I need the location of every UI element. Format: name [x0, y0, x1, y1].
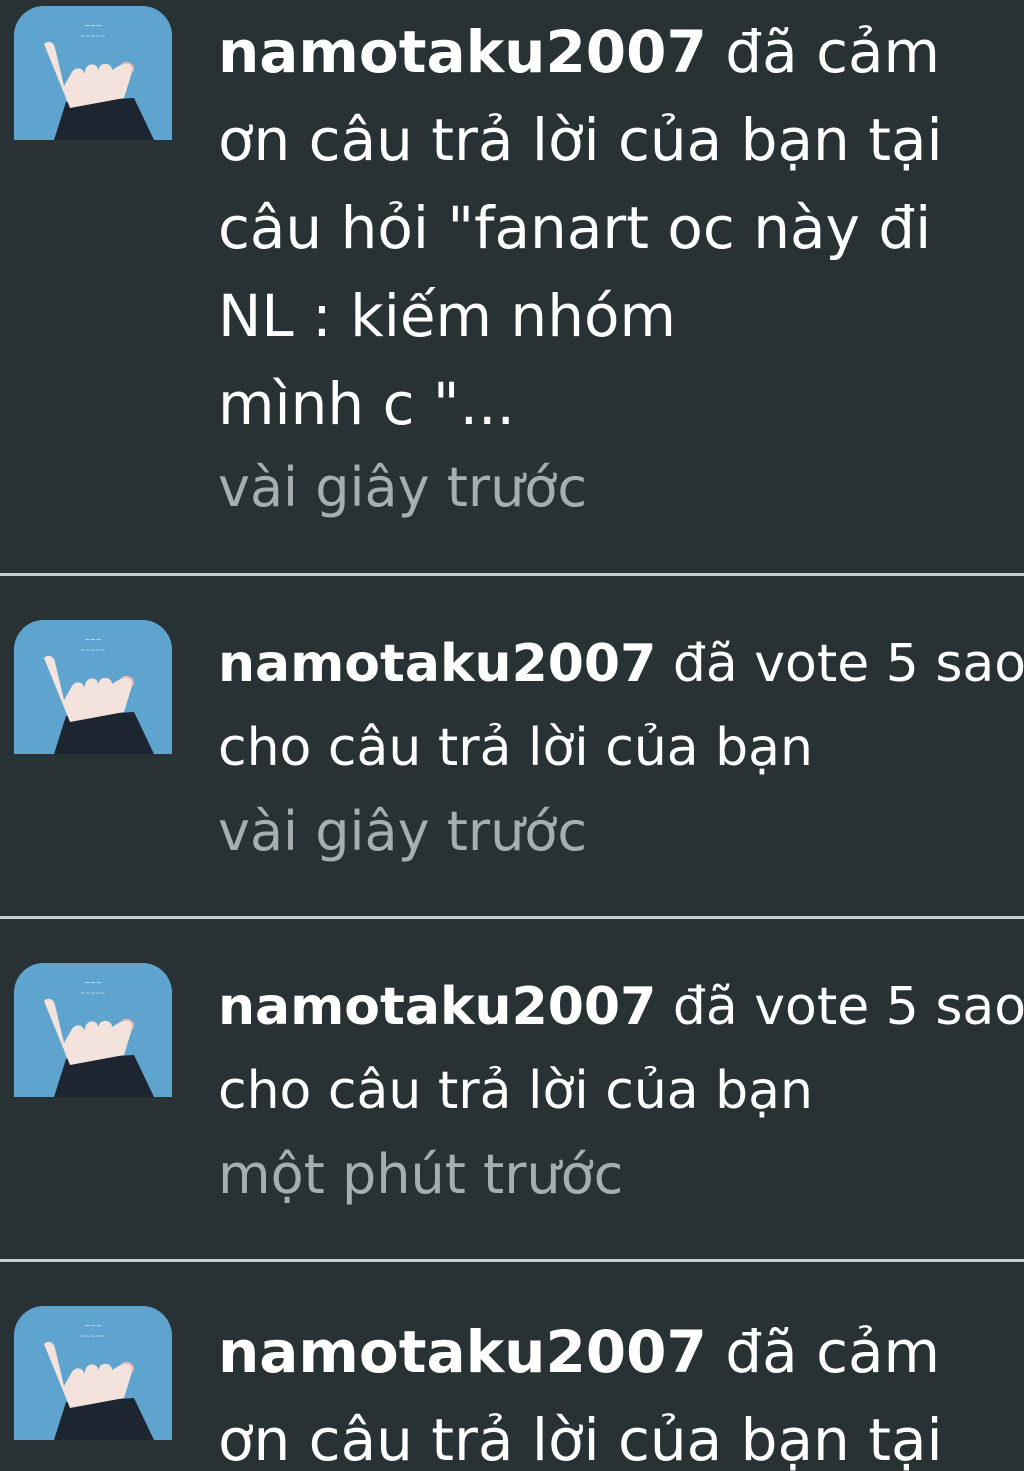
notification-item[interactable]: ~~~ ~~~~~ namotaku2007 đã vote 5 sao cho…: [0, 919, 1024, 1259]
message-line: câu hỏi "fanart oc này đi: [218, 194, 932, 262]
svg-text:~~~: ~~~: [84, 979, 102, 987]
avatar[interactable]: ~~~ ~~~~~: [14, 963, 172, 1097]
message-line: ơn câu trả lời của bạn tại: [218, 1406, 943, 1471]
hand-gesture-avatar-icon: ~~~ ~~~~~: [14, 620, 172, 754]
timestamp: vài giây trước: [218, 800, 588, 863]
message-line: ơn câu trả lời của bạn tại: [218, 106, 943, 174]
message-line: đã vote 5 sao: [656, 977, 1024, 1037]
timestamp: vài giây trước: [218, 456, 588, 519]
message-line: NL : kiếm nhóm: [218, 282, 676, 350]
notification-item[interactable]: ~~~ ~~~~~ namotaku2007 đã cảm ơn câu trả…: [0, 0, 1024, 574]
svg-text:~~~: ~~~: [84, 636, 102, 644]
avatar[interactable]: ~~~ ~~~~~: [14, 6, 172, 140]
svg-text:~~~~~: ~~~~~: [80, 1333, 105, 1340]
hand-gesture-avatar-icon: ~~~ ~~~~~: [14, 963, 172, 1097]
username[interactable]: namotaku2007: [218, 977, 656, 1037]
notification-item[interactable]: ~~~ ~~~~~ namotaku2007 đã vote 5 sao cho…: [0, 576, 1024, 916]
message-line: đã vote 5 sao: [656, 634, 1024, 694]
notification-feed: ~~~ ~~~~~ namotaku2007 đã cảm ơn câu trả…: [0, 0, 1024, 1471]
notification-message: namotaku2007 đã cảm ơn câu trả lời của b…: [218, 1308, 1018, 1471]
username[interactable]: namotaku2007: [218, 18, 707, 86]
hand-gesture-avatar-icon: ~~~ ~~~~~: [14, 6, 172, 140]
message-line: cho câu trả lời của bạn: [218, 1061, 814, 1121]
svg-text:~~~: ~~~: [84, 22, 102, 30]
avatar[interactable]: ~~~ ~~~~~: [14, 620, 172, 754]
message-line: cho câu trả lời của bạn: [218, 718, 814, 778]
message-line: mình c "...: [218, 370, 515, 438]
svg-text:~~~: ~~~: [84, 1322, 102, 1330]
svg-text:~~~~~: ~~~~~: [80, 990, 105, 997]
timestamp: một phút trước: [218, 1143, 624, 1206]
notification-message: namotaku2007 đã vote 5 sao cho câu trả l…: [218, 620, 1024, 788]
notification-item[interactable]: ~~~ ~~~~~ namotaku2007 đã cảm ơn câu trả…: [0, 1262, 1024, 1471]
avatar[interactable]: ~~~ ~~~~~: [14, 1306, 172, 1440]
message-line: đã cảm: [706, 18, 941, 86]
notification-message: namotaku2007 đã cảm ơn câu trả lời của b…: [218, 8, 1018, 448]
message-line: đã cảm: [706, 1318, 941, 1386]
svg-text:~~~~~: ~~~~~: [80, 33, 105, 40]
notification-message: namotaku2007 đã vote 5 sao cho câu trả l…: [218, 963, 1024, 1131]
hand-gesture-avatar-icon: ~~~ ~~~~~: [14, 1306, 172, 1440]
svg-text:~~~~~: ~~~~~: [80, 647, 105, 654]
username[interactable]: namotaku2007: [218, 634, 656, 694]
username[interactable]: namotaku2007: [218, 1318, 707, 1386]
